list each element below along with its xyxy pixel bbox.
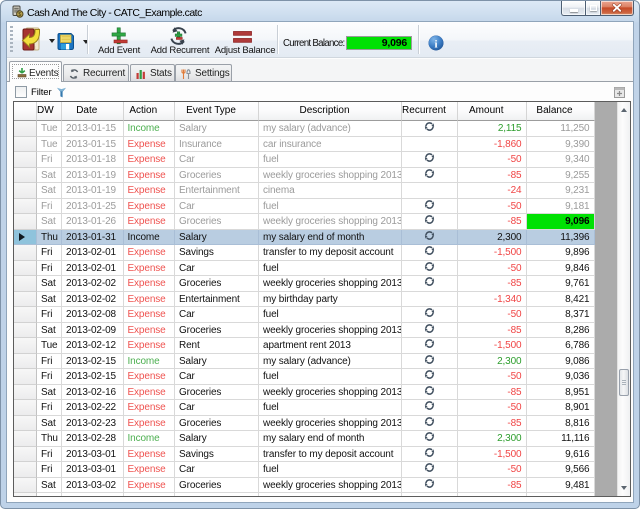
svg-text:$: $ xyxy=(18,12,21,18)
svg-text:i: i xyxy=(434,38,437,50)
